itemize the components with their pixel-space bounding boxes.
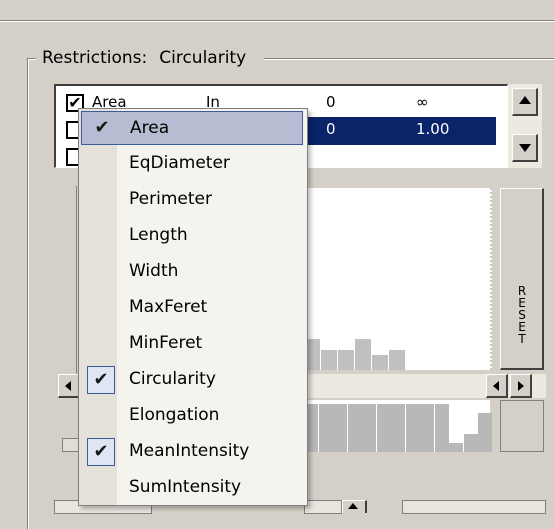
- scroll-left-button[interactable]: [58, 374, 80, 398]
- menu-item-elongation[interactable]: Elongation: [81, 399, 303, 433]
- arrow-up-icon: [348, 503, 358, 509]
- row-max: ∞: [416, 93, 429, 111]
- checkmark-icon: [87, 330, 115, 358]
- menu-item-area[interactable]: ✔ Area: [81, 111, 303, 145]
- checkmark-icon: [87, 150, 115, 178]
- reset-button[interactable]: RESET: [500, 188, 544, 370]
- scroll-left-button[interactable]: [486, 374, 508, 398]
- histogram-bar: [372, 355, 388, 370]
- menu-item-eqdiameter[interactable]: EqDiameter: [81, 147, 303, 181]
- histogram-upper: [300, 188, 492, 370]
- checkmark-icon: ✔: [87, 438, 115, 466]
- menu-item-perimeter[interactable]: Perimeter: [81, 183, 303, 217]
- histogram-bar: [434, 404, 449, 452]
- restrictions-subtitle: Circularity: [159, 48, 247, 68]
- top-separator: [0, 20, 554, 22]
- checkmark-icon: [87, 294, 115, 322]
- histogram-bar: [321, 350, 337, 370]
- menu-item-width[interactable]: Width: [81, 255, 303, 289]
- histogram-bar: [405, 404, 420, 452]
- checkmark-icon: [87, 186, 115, 214]
- arrow-right-icon: [518, 381, 524, 391]
- menu-item-minferet[interactable]: MinFeret: [81, 327, 303, 361]
- histogram-bar: [449, 443, 463, 452]
- bottom-field[interactable]: [402, 500, 546, 514]
- menu-item-label: Area: [130, 118, 170, 138]
- menu-item-sumintensity[interactable]: SumIntensity: [81, 471, 303, 505]
- checkmark-icon: [87, 258, 115, 286]
- scroll-up-button[interactable]: [512, 88, 538, 116]
- menu-item-label: EqDiameter: [129, 153, 230, 173]
- groupbox-title: Restrictions: Circularity: [36, 46, 265, 70]
- checkmark-icon: [87, 222, 115, 250]
- reset-label: RESET: [517, 284, 527, 346]
- scroll-right-button[interactable]: [510, 374, 532, 398]
- scroll-down-button[interactable]: [512, 134, 538, 162]
- menu-item-maxferet[interactable]: MaxFeret: [81, 291, 303, 325]
- menu-item-circularity[interactable]: ✔ Circularity: [81, 363, 303, 397]
- histogram-bar: [420, 404, 434, 452]
- menu-item-label: Width: [129, 261, 179, 281]
- checkmark-icon: [87, 402, 115, 430]
- menu-item-meanintensity[interactable]: ✔ MeanIntensity: [81, 435, 303, 469]
- menu-item-label: Perimeter: [129, 189, 212, 209]
- arrow-left-icon: [493, 381, 499, 391]
- histogram-bar: [362, 404, 376, 452]
- histogram-horizontal-scrollbar[interactable]: [296, 374, 546, 398]
- row-min: 0: [326, 120, 336, 138]
- histogram-bar: [391, 404, 405, 452]
- histogram-bar: [463, 434, 478, 452]
- bottom-spin-button[interactable]: [342, 500, 367, 513]
- arrow-up-icon: [519, 96, 531, 104]
- checkmark-icon: ✔: [94, 117, 110, 138]
- row-max: 1.00: [416, 120, 450, 138]
- bottom-field[interactable]: [304, 500, 342, 514]
- histogram-bar: [338, 350, 354, 370]
- histogram-bar: [318, 404, 333, 452]
- arrow-left-icon: [65, 381, 71, 391]
- menu-item-label: MeanIntensity: [129, 441, 250, 461]
- checkmark-icon: [87, 474, 115, 502]
- menu-item-label: SumIntensity: [129, 477, 242, 497]
- restrictions-label: Restrictions:: [42, 48, 148, 68]
- histogram-bar: [389, 350, 405, 370]
- menu-item-length[interactable]: Length: [81, 219, 303, 253]
- menu-item-label: MinFeret: [129, 333, 203, 353]
- list-vertical-scrollbar[interactable]: [508, 84, 542, 168]
- lower-right-panel: [500, 400, 544, 452]
- menu-item-label: Length: [129, 225, 188, 245]
- row-min: 0: [326, 93, 336, 111]
- histogram-bar: [355, 339, 371, 370]
- histogram-bar: [478, 413, 492, 452]
- checkmark-icon: ✔: [87, 366, 115, 394]
- histogram-bar: [347, 404, 362, 452]
- histogram-lower: [300, 400, 492, 452]
- menu-item-label: Circularity: [129, 369, 216, 389]
- measurement-dropdown-menu[interactable]: ✔ Area EqDiameter Perimeter Length Width MaxFe…: [78, 108, 308, 506]
- histogram-bar: [376, 404, 391, 452]
- histogram-bar: [333, 404, 347, 452]
- arrow-down-icon: [519, 144, 531, 152]
- menu-item-label: MaxFeret: [129, 297, 208, 317]
- menu-item-label: Elongation: [129, 405, 220, 425]
